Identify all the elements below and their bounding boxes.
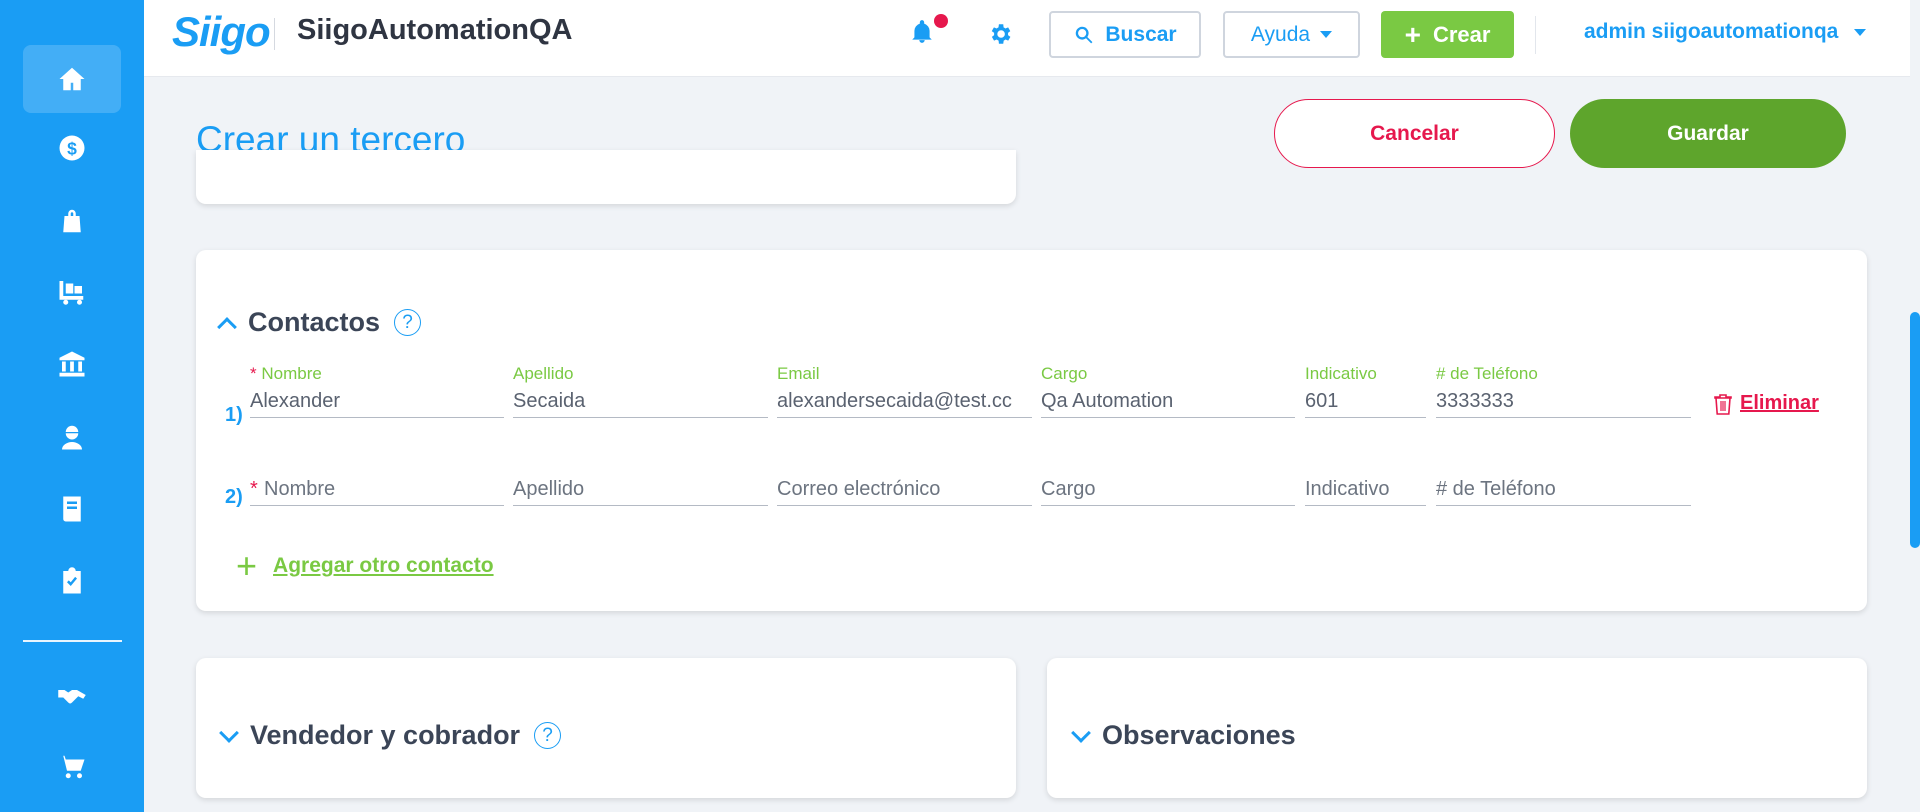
sidebar-item-finance[interactable]: $ — [23, 114, 121, 182]
email-label: Email — [777, 364, 820, 383]
clipboard-check-icon — [63, 567, 81, 594]
employee-icon — [62, 425, 82, 450]
bell-icon — [912, 20, 932, 43]
chevron-down-icon — [219, 722, 239, 743]
sidebar-item-sales[interactable] — [23, 187, 121, 255]
create-button[interactable]: + Crear — [1381, 11, 1514, 58]
header-divider-right — [1535, 16, 1536, 54]
contact-1-apellido-field: Apellido — [513, 364, 768, 430]
contact-1-email-input[interactable] — [777, 386, 1032, 418]
observations-section-header[interactable]: Observaciones — [1071, 720, 1296, 751]
chevron-up-icon — [217, 316, 237, 337]
sidebar-item-accounting[interactable] — [23, 475, 121, 543]
chevron-down-icon — [1854, 28, 1867, 36]
sidebar-item-employees[interactable] — [23, 403, 121, 471]
search-button-label: Buscar — [1105, 22, 1177, 46]
contact-2-nombre-input[interactable] — [250, 474, 504, 506]
telefono-label: # de Teléfono — [1436, 364, 1538, 383]
sidebar: $ — [0, 0, 144, 812]
contacts-section-header[interactable]: Contactos ? — [217, 307, 422, 338]
contact-2-email-input[interactable] — [777, 474, 1032, 506]
contact-2-telefono-field — [1436, 472, 1691, 512]
required-mark: * — [250, 364, 257, 383]
cancel-button[interactable]: Cancelar — [1274, 99, 1555, 168]
shopping-bag-icon — [63, 209, 81, 233]
sidebar-divider — [23, 640, 122, 642]
contact-1-telefono-field: # de Teléfono — [1436, 364, 1691, 430]
bank-icon — [59, 351, 85, 377]
book-icon — [63, 496, 81, 522]
search-button[interactable]: Buscar — [1049, 11, 1201, 58]
contact-1-indicativo-input[interactable] — [1305, 386, 1426, 418]
save-button[interactable]: Guardar — [1570, 99, 1846, 168]
help-icon[interactable]: ? — [394, 309, 422, 336]
contact-2-email-field — [777, 472, 1032, 512]
sidebar-item-tasks[interactable] — [23, 547, 121, 615]
contact-2-apellido-input[interactable] — [513, 474, 768, 506]
chevron-down-icon — [1320, 31, 1333, 38]
help-dropdown-label: Ayuda — [1250, 22, 1311, 46]
user-menu[interactable]: admin siigoautomationqa — [1584, 20, 1867, 44]
contact-1-indicativo-field: Indicativo — [1305, 364, 1426, 430]
contact-2-indicativo-field — [1305, 472, 1426, 512]
observations-title: Observaciones — [1102, 720, 1296, 750]
search-icon — [1076, 26, 1093, 43]
seller-collector-section-header[interactable]: Vendedor y cobrador ? — [219, 720, 562, 751]
contact-2-cargo-field — [1041, 472, 1295, 512]
delete-contact-label: Eliminar — [1740, 392, 1819, 414]
sidebar-item-purchases[interactable] — [23, 257, 121, 325]
trash-icon — [1714, 393, 1732, 415]
handshake-icon — [58, 690, 86, 704]
contact-1-nombre-field: * Nombre — [250, 364, 504, 430]
company-title: SiigoAutomationQA — [297, 14, 573, 46]
seller-collector-title: Vendedor y cobrador — [250, 720, 521, 750]
contact-row-index: 1) — [225, 404, 243, 426]
contact-1-apellido-input[interactable] — [513, 386, 768, 418]
chevron-down-icon — [1071, 722, 1091, 743]
notification-badge — [934, 14, 948, 28]
scrollbar-thumb[interactable] — [1910, 312, 1920, 548]
sidebar-item-store[interactable] — [23, 733, 121, 801]
contact-2-cargo-input[interactable] — [1041, 474, 1295, 506]
apellido-label: Apellido — [513, 364, 574, 383]
settings-button[interactable] — [987, 21, 1013, 47]
svg-text:$: $ — [67, 138, 77, 158]
nombre-label-text: Nombre — [261, 364, 322, 383]
contact-1-email-field: Email — [777, 364, 1032, 430]
sidebar-item-banks[interactable] — [23, 330, 121, 398]
shopping-cart-icon — [58, 755, 85, 779]
help-icon[interactable]: ? — [534, 722, 562, 749]
user-name: admin siigoautomationqa — [1584, 20, 1839, 43]
plus-icon: + — [236, 545, 258, 586]
plus-icon: + — [1404, 18, 1421, 50]
delete-contact-button[interactable]: Eliminar — [1714, 392, 1819, 415]
sidebar-item-partners[interactable] — [23, 661, 121, 729]
contact-1-cargo-field: Cargo — [1041, 364, 1295, 430]
add-contact-label: Agregar otro contacto — [273, 554, 494, 577]
help-dropdown[interactable]: Ayuda — [1223, 11, 1360, 58]
create-button-label: Crear — [1432, 21, 1491, 47]
dollar-icon: $ — [59, 135, 85, 161]
contact-row-index: 2) — [225, 486, 243, 508]
contact-1-telefono-input[interactable] — [1436, 386, 1691, 418]
nombre-label: * Nombre — [250, 364, 322, 384]
contact-2-apellido-field — [513, 472, 768, 512]
contacts-title: Contactos — [248, 307, 381, 337]
add-contact-button[interactable]: + Agregar otro contacto — [236, 548, 494, 584]
gear-icon — [991, 24, 1011, 44]
home-icon — [59, 67, 85, 91]
top-bar: Siigo SiigoAutomationQA Buscar Ayuda + C… — [144, 0, 1910, 77]
header-divider — [274, 18, 275, 50]
contact-2-indicativo-input[interactable] — [1305, 474, 1426, 506]
indicativo-label: Indicativo — [1305, 364, 1377, 383]
contact-1-cargo-input[interactable] — [1041, 386, 1295, 418]
contact-1-nombre-input[interactable] — [250, 386, 504, 418]
siigo-logo[interactable]: Siigo — [172, 8, 271, 56]
previous-section-card — [196, 150, 1016, 204]
sidebar-item-home[interactable] — [23, 45, 121, 113]
cargo-label: Cargo — [1041, 364, 1088, 383]
contact-2-nombre-field — [250, 472, 504, 512]
contact-2-telefono-input[interactable] — [1436, 474, 1691, 506]
cart-truck-icon — [59, 281, 84, 305]
